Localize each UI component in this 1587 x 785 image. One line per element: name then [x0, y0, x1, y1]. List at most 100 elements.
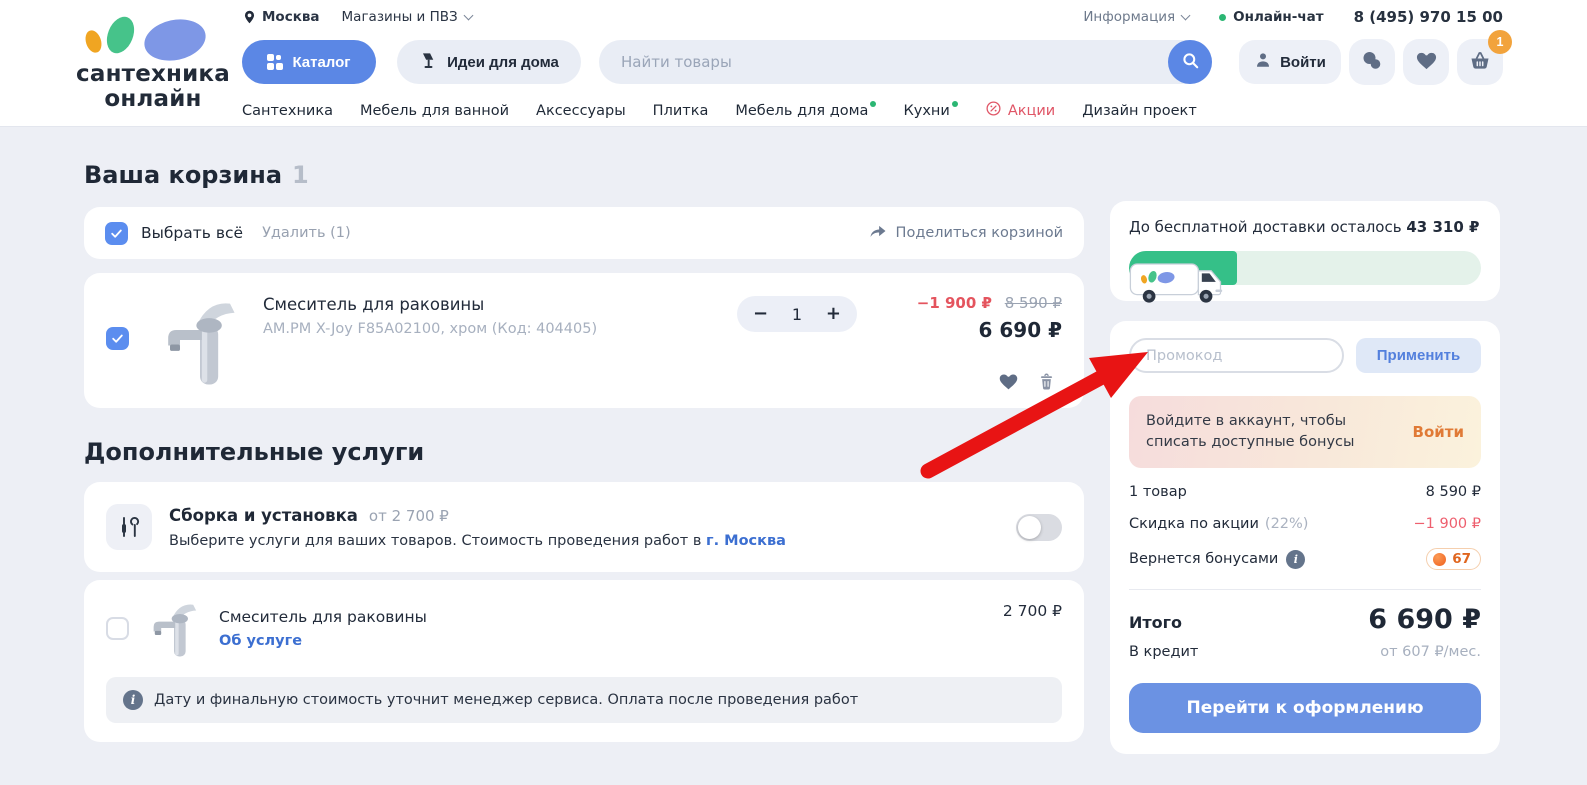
info-label: Информация — [1083, 9, 1175, 25]
chevron-down-icon — [463, 11, 473, 21]
nav-label: Мебель для ванной — [360, 103, 509, 119]
item-price: 6 690 ₽ — [857, 318, 1062, 342]
favorite-item-button[interactable] — [998, 371, 1019, 392]
apply-promo-button[interactable]: Применить — [1356, 338, 1481, 373]
qty-value: 1 — [792, 305, 802, 324]
total-value: 6 690 ₽ — [1368, 604, 1481, 635]
favorites-button[interactable] — [1403, 39, 1449, 85]
bonus-coin-icon — [1433, 553, 1446, 566]
check-icon — [111, 332, 124, 345]
select-all-bar: Выбрать всё Удалить (1) Поделиться корзи… — [84, 207, 1084, 259]
free-shipping-card: До бесплатной доставки осталось 43 310 ₽ — [1110, 201, 1500, 301]
heart-icon — [998, 371, 1019, 392]
order-summary-card: Применить Войдите в аккаунт, чтобы списа… — [1110, 321, 1500, 754]
cart-count: 1 — [292, 161, 309, 189]
nav-item-aksessuary[interactable]: Аксессуары — [536, 103, 626, 119]
item-checkbox[interactable] — [106, 327, 129, 350]
nav-label: Аксессуары — [536, 103, 626, 119]
trash-icon — [1037, 372, 1056, 392]
catalog-button[interactable]: Каталог — [242, 40, 376, 84]
summary-discount-label: Скидка по акции — [1129, 516, 1259, 532]
nav-item-santehnika[interactable]: Сантехника — [242, 103, 333, 119]
header: сантехникаонлайн Москва Магазины и ПВЗ И… — [0, 0, 1587, 127]
services-title: Дополнительные услуги — [84, 438, 1084, 466]
nav-item-design[interactable]: Дизайн проект — [1082, 103, 1197, 119]
delivery-truck-icon — [1127, 255, 1229, 307]
nav-label: Сантехника — [242, 103, 333, 119]
search-icon — [1181, 51, 1200, 73]
qty-plus-button[interactable]: + — [826, 305, 841, 323]
free-shipping-text: До бесплатной доставки осталось 43 310 ₽ — [1129, 218, 1481, 236]
search-bar — [599, 40, 1212, 84]
service-note-text: Дату и финальную стоимость уточнит менед… — [154, 692, 858, 708]
free-shipping-prefix: До бесплатной доставки осталось — [1129, 218, 1406, 236]
info-icon[interactable]: i — [1286, 550, 1305, 569]
catalog-label: Каталог — [292, 54, 350, 71]
assembly-service-card: Сборка и установка от 2 700 ₽ Выберите у… — [84, 482, 1084, 572]
delete-item-button[interactable] — [1037, 372, 1056, 392]
lamp-icon — [419, 51, 438, 74]
about-service-link[interactable]: Об услуге — [219, 633, 427, 649]
item-old-price: 8 590 ₽ — [1005, 294, 1062, 312]
cart-button[interactable]: 1 — [1457, 39, 1503, 85]
brand-logo[interactable]: сантехникаонлайн — [64, 0, 242, 126]
location-pin-icon — [242, 9, 257, 25]
product-image[interactable] — [145, 290, 255, 390]
delete-selected-link[interactable]: Удалить (1) — [262, 225, 351, 241]
chat-label: Онлайн-чат — [1233, 9, 1323, 25]
summary-discount-value: −1 900 ₽ — [1414, 516, 1482, 532]
service-city-link[interactable]: г. Москва — [706, 533, 786, 549]
compare-circles-icon — [1360, 49, 1384, 76]
total-label: Итого — [1129, 613, 1182, 632]
nav-item-kuhni[interactable]: Кухни — [903, 103, 957, 119]
product-name[interactable]: Смеситель для раковины — [263, 295, 737, 314]
city-selector[interactable]: Москва — [242, 9, 320, 25]
summary-items-value: 8 590 ₽ — [1426, 484, 1481, 500]
select-all-label[interactable]: Выбрать всё — [141, 224, 243, 242]
compare-button[interactable] — [1349, 39, 1395, 85]
online-chat-link[interactable]: Онлайн-чат — [1219, 9, 1323, 25]
summary-divider — [1129, 589, 1481, 590]
quantity-stepper: − 1 + — [737, 296, 857, 332]
toggle-knob — [1018, 516, 1041, 539]
promo-code-input[interactable] — [1129, 338, 1344, 373]
service-from-price: от 2 700 ₽ — [369, 507, 449, 525]
info-menu[interactable]: Информация — [1083, 9, 1189, 25]
tools-icon — [106, 504, 152, 550]
heart-icon — [1415, 49, 1438, 75]
select-all-checkbox[interactable] — [105, 222, 128, 245]
user-icon — [1254, 51, 1272, 73]
home-ideas-label: Идеи для дома — [447, 54, 559, 71]
phone-number[interactable]: 8 (495) 970 15 00 — [1354, 8, 1503, 26]
main-nav: Сантехника Мебель для ванной Аксессуары … — [242, 100, 1503, 121]
free-shipping-amount: 43 310 ₽ — [1406, 218, 1479, 236]
subservice-name: Смеситель для раковины — [219, 608, 427, 626]
summary-discount-row: Скидка по акции (22%) −1 900 ₽ — [1129, 516, 1481, 532]
qty-minus-button[interactable]: − — [753, 305, 768, 323]
stores-menu[interactable]: Магазины и ПВЗ — [342, 9, 472, 25]
search-input[interactable] — [599, 53, 1212, 71]
home-ideas-button[interactable]: Идеи для дома — [397, 40, 581, 84]
cart-count-badge: 1 — [1488, 30, 1512, 54]
summary-bonus-row: Вернется бонусами i 67 — [1129, 548, 1481, 570]
share-cart-button[interactable]: Поделиться корзиной — [869, 223, 1063, 243]
brand-name: сантехникаонлайн — [64, 62, 242, 112]
page-title: Ваша корзина1 — [84, 161, 1084, 189]
nav-item-akcii[interactable]: Акции — [985, 100, 1055, 121]
search-button[interactable] — [1168, 40, 1212, 84]
new-dot — [952, 101, 958, 107]
brand-logo-icon — [64, 12, 242, 58]
nav-item-mebel-vannoy[interactable]: Мебель для ванной — [360, 103, 509, 119]
checkout-button[interactable]: Перейти к оформлению — [1129, 683, 1481, 733]
nav-item-plitka[interactable]: Плитка — [653, 103, 709, 119]
login-button[interactable]: Войти — [1239, 40, 1341, 84]
percent-icon — [985, 100, 1002, 121]
nav-item-mebel-doma[interactable]: Мебель для дома — [735, 103, 876, 119]
bonus-login-link[interactable]: Войти — [1413, 423, 1464, 441]
assembly-toggle[interactable] — [1016, 514, 1062, 541]
product-sku: AM.PM X-Joy F85A02100, хром (Код: 404405… — [263, 321, 737, 337]
grid-icon — [267, 54, 283, 70]
cart-item-row: Смеситель для раковины AM.PM X-Joy F85A0… — [84, 273, 1084, 408]
subservice-checkbox[interactable] — [106, 617, 129, 640]
item-discount: −1 900 ₽ — [917, 294, 992, 312]
